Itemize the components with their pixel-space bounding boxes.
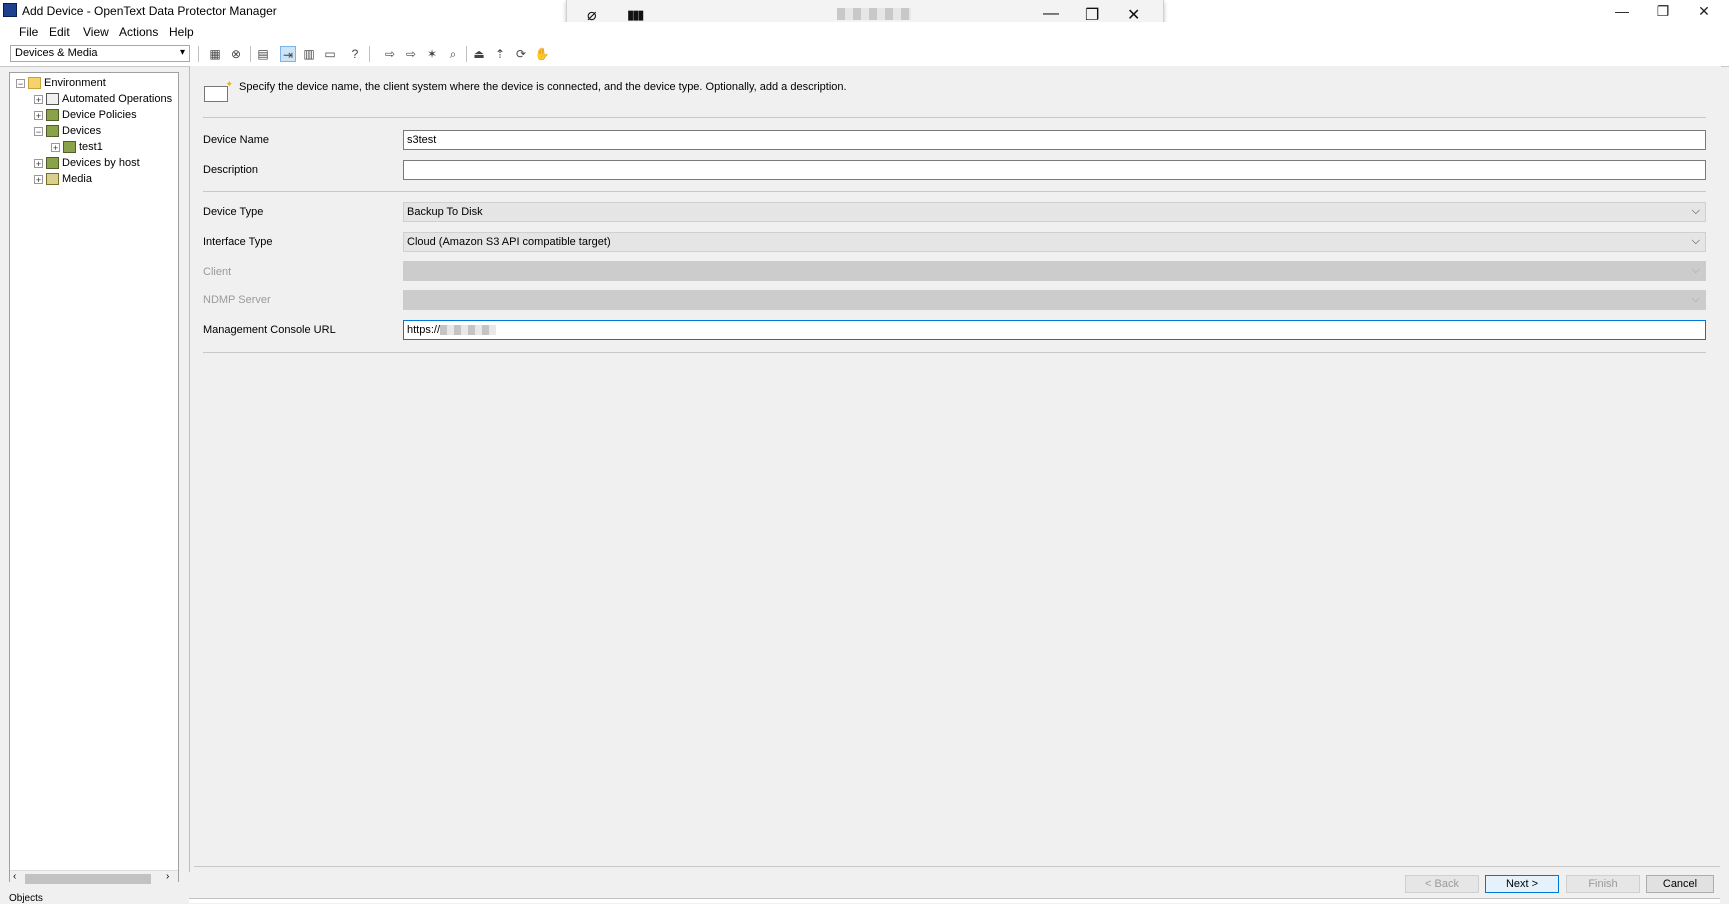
tree-item-devices-by-host[interactable]: + Devices by host	[34, 155, 140, 171]
tab-objects[interactable]: Objects	[9, 893, 65, 904]
context-select-value: Devices & Media	[15, 47, 98, 59]
hand-icon[interactable]: ✋	[534, 46, 550, 62]
description-label: Description	[203, 164, 259, 176]
divider	[203, 117, 1706, 118]
console-url-input[interactable]: https://	[403, 320, 1706, 340]
scroll-right-icon[interactable]: ›	[166, 871, 169, 882]
menu-edit[interactable]: Edit	[49, 25, 70, 39]
device-icon	[46, 157, 59, 170]
device-icon	[46, 109, 59, 122]
operations-icon	[46, 93, 59, 106]
menu-actions[interactable]: Actions	[119, 25, 158, 39]
wizard-instruction: Specify the device name, the client syst…	[239, 81, 847, 93]
expand-icon[interactable]: +	[34, 158, 43, 168]
tree-item-media[interactable]: + Media	[34, 171, 92, 187]
menu-file[interactable]: File	[19, 25, 38, 39]
device-name-label: Device Name	[203, 134, 270, 146]
status-tab-strip	[189, 898, 1720, 903]
client-label: Client	[203, 266, 232, 278]
interface-type-label: Interface Type	[203, 236, 273, 248]
expand-icon[interactable]: +	[51, 142, 60, 152]
restore-button[interactable]: ❐	[1641, 0, 1685, 22]
device-wizard-icon	[204, 79, 233, 102]
details-view-icon[interactable]: ▥	[301, 46, 317, 62]
list-view-icon[interactable]: ▤	[255, 46, 271, 62]
help-icon[interactable]: ?	[347, 46, 363, 62]
menu-bar: File Edit View Actions Help	[0, 22, 1729, 42]
chevron-down-icon: ⌵	[1691, 235, 1700, 247]
divider	[203, 352, 1706, 353]
eject-icon[interactable]: ⏏	[471, 46, 487, 62]
console-url-value: https://	[407, 324, 441, 336]
collapse-icon[interactable]: −	[16, 78, 25, 88]
tree-item-environment[interactable]: − Environment	[16, 75, 106, 91]
device-type-label: Device Type	[203, 206, 264, 218]
media-icon	[46, 173, 59, 186]
menu-help[interactable]: Help	[169, 25, 194, 39]
device-type-select[interactable]: Backup To Disk ⌵	[403, 202, 1706, 222]
chevron-down-icon: ⌵	[1691, 264, 1700, 276]
toolbar-separator	[250, 46, 251, 62]
save-icon[interactable]: ▦	[207, 46, 223, 62]
chevron-down-icon: ▾	[179, 47, 185, 58]
remote-minimize-button[interactable]: —	[1043, 5, 1059, 23]
console-url-label: Management Console URL	[203, 324, 336, 336]
minimize-button[interactable]: —	[1600, 0, 1644, 22]
toolbar-separator	[198, 46, 199, 62]
toolbar: Devices & Media ▾ ▦ ⊗ ▤ ⇥ ▥ ▭ ? ⇨ ⇨ ✶ ⌕ …	[0, 42, 1729, 67]
expand-icon[interactable]: +	[34, 174, 43, 184]
tree-item-devices[interactable]: − Devices	[34, 123, 101, 139]
app-icon	[3, 3, 17, 17]
tree-horizontal-scrollbar[interactable]: ‹ ›	[10, 870, 178, 887]
chevron-down-icon: ⌵	[1691, 293, 1700, 305]
ndmp-server-label: NDMP Server	[203, 294, 271, 306]
device-type-value: Backup To Disk	[407, 206, 483, 218]
stop-icon[interactable]: ⊗	[228, 46, 244, 62]
collapse-icon[interactable]: −	[34, 126, 43, 136]
finish-button[interactable]: Finish	[1566, 875, 1640, 893]
scan-device-icon[interactable]: ⌕	[445, 46, 461, 62]
client-select: ⌵	[403, 261, 1706, 281]
divider	[194, 866, 1720, 867]
interface-type-value: Cloud (Amazon S3 API compatible target)	[407, 236, 611, 248]
device-action-icon[interactable]: ⇨	[403, 46, 419, 62]
window-title: Add Device - OpenText Data Protector Man…	[22, 4, 277, 18]
menu-view[interactable]: View	[83, 25, 109, 39]
expand-icon[interactable]: +	[34, 110, 43, 120]
wizard-pane	[189, 66, 1721, 872]
back-button[interactable]: < Back	[1405, 875, 1479, 893]
interface-type-select[interactable]: Cloud (Amazon S3 API compatible target) …	[403, 232, 1706, 252]
tree-item-automated-operations[interactable]: + Automated Operations	[34, 91, 172, 107]
new-device-icon[interactable]: ✶	[424, 46, 440, 62]
description-input[interactable]	[403, 160, 1706, 180]
redacted-host	[440, 325, 497, 336]
device-name-input[interactable]: s3test	[403, 130, 1706, 150]
format-icon[interactable]: ⟳	[513, 46, 529, 62]
scrollbar-thumb[interactable]	[25, 874, 151, 884]
expand-icon[interactable]: +	[34, 94, 43, 104]
add-device-icon[interactable]: ⇨	[382, 46, 398, 62]
window-view-icon[interactable]: ▭	[322, 46, 338, 62]
close-button[interactable]: ✕	[1682, 0, 1726, 22]
context-select[interactable]: Devices & Media ▾	[10, 45, 190, 62]
scroll-left-icon[interactable]: ‹	[13, 871, 16, 882]
signal-icon[interactable]: ▮▮▮	[627, 7, 645, 23]
remote-host-name	[837, 8, 911, 20]
device-icon	[63, 141, 76, 154]
divider	[203, 191, 1706, 192]
chevron-down-icon: ⌵	[1691, 205, 1700, 217]
folder-icon	[28, 77, 41, 90]
ndmp-server-select: ⌵	[403, 290, 1706, 310]
tree-item-device-policies[interactable]: + Device Policies	[34, 107, 137, 123]
toolbar-separator	[369, 46, 370, 62]
next-button[interactable]: Next >	[1485, 875, 1559, 893]
device-icon	[46, 125, 59, 138]
cancel-button[interactable]: Cancel	[1646, 875, 1714, 893]
toolbar-separator	[466, 46, 467, 62]
tree-item-test1[interactable]: + test1	[51, 139, 103, 155]
load-icon[interactable]: ⇡	[492, 46, 508, 62]
scoping-tree: − Environment + Automated Operations + Devi…	[9, 72, 179, 882]
pin-view-icon[interactable]: ⇥	[280, 46, 296, 62]
